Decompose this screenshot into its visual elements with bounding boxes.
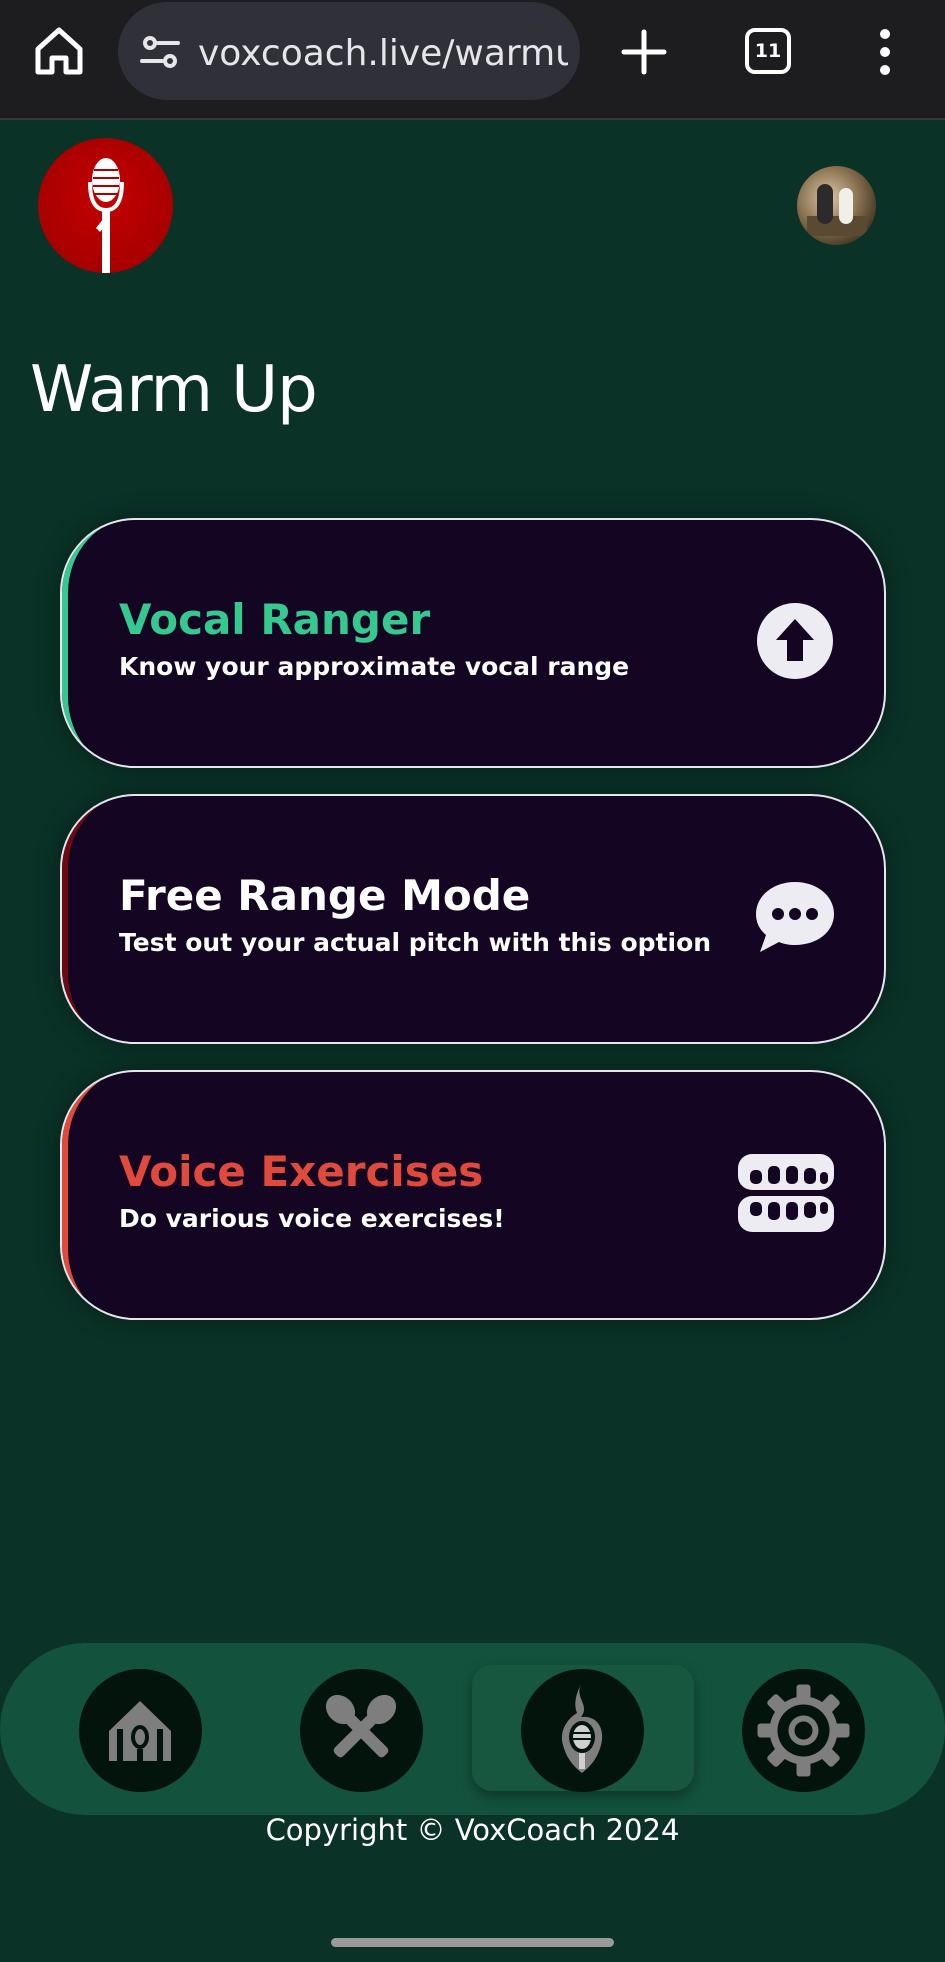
flame-mic-icon — [561, 1683, 603, 1773]
card-title: Vocal Ranger — [119, 595, 431, 644]
card-subtitle: Test out your actual pitch with this opt… — [119, 928, 712, 957]
more-vertical-icon[interactable] — [872, 26, 898, 78]
nav-tools-button[interactable] — [300, 1669, 423, 1792]
user-avatar[interactable] — [797, 166, 876, 245]
home-icon[interactable] — [30, 22, 88, 80]
site-settings-icon[interactable] — [138, 30, 182, 74]
card-vocal-ranger[interactable]: Vocal Ranger Know your approximate vocal… — [60, 518, 886, 768]
card-free-range-mode[interactable]: Free Range Mode Test out your actual pit… — [60, 794, 886, 1044]
tab-switcher-icon[interactable]: 11 — [745, 28, 791, 74]
card-voice-exercises[interactable]: Voice Exercises Do various voice exercis… — [60, 1070, 886, 1320]
page-title: Warm Up — [30, 353, 318, 427]
plus-icon[interactable] — [618, 26, 670, 78]
browser-toolbar: voxcoach.live/warmup 11 — [0, 0, 945, 120]
nav-warmup-button[interactable] — [521, 1669, 644, 1792]
card-subtitle: Know your approximate vocal range — [119, 652, 630, 681]
url-text[interactable]: voxcoach.live/warmup — [198, 29, 568, 79]
home-mic-icon — [109, 1701, 171, 1763]
gear-icon — [757, 1684, 850, 1777]
arrow-up-circle-icon — [757, 603, 833, 679]
gesture-bar[interactable] — [331, 1938, 614, 1947]
teeth-icon — [738, 1154, 834, 1232]
copyright-text: Copyright © VoxCoach 2024 — [265, 1813, 680, 1847]
speech-bubble-icon — [756, 882, 834, 952]
nav-home-button[interactable] — [79, 1669, 202, 1792]
crossed-mics-icon — [325, 1694, 397, 1758]
microphone-logo[interactable] — [38, 138, 173, 273]
address-bar[interactable]: voxcoach.live/warmup — [118, 2, 580, 100]
card-title: Free Range Mode — [119, 871, 531, 920]
card-subtitle: Do various voice exercises! — [119, 1204, 505, 1233]
card-title: Voice Exercises — [119, 1147, 484, 1196]
microphone-icon — [88, 158, 124, 273]
nav-settings-button[interactable] — [742, 1669, 865, 1792]
